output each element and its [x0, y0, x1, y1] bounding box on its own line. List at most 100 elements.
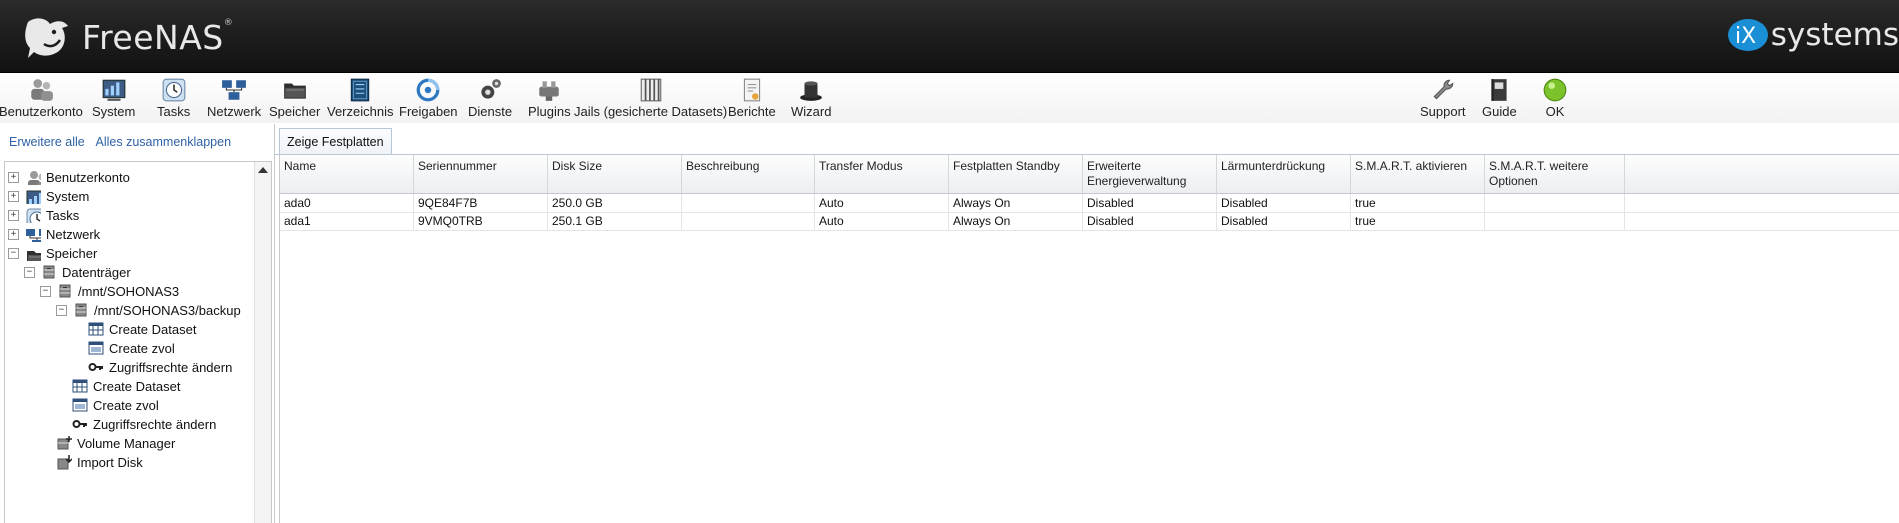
tree-item-create-zvol[interactable]: Create zvol: [72, 338, 175, 358]
toolbar-benutzerkonto-button[interactable]: Benutzerkonto: [0, 77, 83, 121]
expand-all-link[interactable]: Erweitere alle: [9, 135, 85, 149]
system-icon: [26, 190, 41, 204]
expand-icon[interactable]: +: [8, 190, 19, 202]
toolbar-button-label: Dienste: [468, 104, 513, 119]
table-row[interactable]: ada1 9VMQ0TRB 250.1 GB Auto Always On Disable…: [280, 212, 1899, 231]
table-cell: 250.0 GB: [548, 194, 682, 212]
tree-item-create-dataset[interactable]: Create Dataset: [72, 319, 196, 339]
freenas-logo[interactable]: FreeNAS®: [24, 12, 233, 62]
tree-item-zugriffsrechte-ändern[interactable]: Zugriffsrechte ändern: [72, 357, 232, 377]
collapse-icon[interactable]: −: [8, 247, 19, 259]
tree-item-benutzerkonto[interactable]: + Benutzerkonto: [8, 167, 130, 187]
tree-controls: Erweitere alle Alles zusammenklappen: [9, 135, 239, 149]
tree-item-speicher[interactable]: − Speicher: [8, 243, 97, 263]
column-header[interactable]: S.M.A.R.T. aktivieren: [1351, 155, 1485, 193]
tree-item-label: Zugriffsrechte ändern: [109, 359, 233, 375]
tab-zeige-festplatten[interactable]: Zeige Festplatten: [279, 128, 392, 155]
tree-item-label: Netzwerk: [46, 226, 101, 242]
wrench-icon: [1433, 79, 1454, 100]
system-icon: [102, 79, 126, 101]
dataset-icon: [88, 322, 104, 336]
tree-item-label: Zugriffsrechte ändern: [93, 416, 217, 432]
svg-text:iX: iX: [1735, 24, 1756, 49]
plugins-icon: [539, 81, 560, 101]
tree-item-mnt-sohonas3[interactable]: − /mnt/SOHONAS3: [40, 281, 179, 301]
toolbar-tasks-button[interactable]: Tasks: [157, 77, 190, 121]
toolbar-ok-button[interactable]: OK: [1542, 77, 1568, 121]
tree-item-zugriffsrechte-ändern[interactable]: Zugriffsrechte ändern: [56, 414, 216, 434]
jails-icon: [640, 78, 661, 102]
toolbar-wizard-button[interactable]: Wizard: [791, 77, 831, 121]
clock-icon: [26, 208, 41, 223]
table-cell: Always On: [949, 212, 1083, 230]
table-cell: Disabled: [1217, 212, 1351, 230]
scroll-up-arrow-icon[interactable]: [258, 167, 268, 173]
tree-item-label: Datenträger: [62, 264, 131, 280]
collapse-icon[interactable]: −: [40, 285, 51, 297]
table-row[interactable]: ada0 9QE84F7B 250.0 GB Auto Always On Disable…: [280, 194, 1899, 213]
collapse-all-link[interactable]: Alles zusammenklappen: [96, 135, 232, 149]
table-cell: Disabled: [1083, 194, 1217, 212]
toolbar-netzwerk-button[interactable]: Netzwerk: [207, 77, 261, 121]
status-ok-icon: [1543, 78, 1567, 102]
tree-item-system[interactable]: + System: [8, 186, 89, 206]
tree-item-label: /mnt/SOHONAS3/backup: [94, 302, 241, 318]
tree-item-label: Create Dataset: [93, 378, 181, 394]
toolbar-berichte-button[interactable]: Berichte: [728, 77, 776, 121]
ixsystems-logo[interactable]: iX systems: [1727, 12, 1899, 58]
tree-item-label: Import Disk: [77, 454, 143, 470]
column-header[interactable]: Lärmunterdrückung: [1217, 155, 1351, 193]
tree-item-import-disk[interactable]: Import Disk: [40, 452, 143, 472]
column-header[interactable]: Disk Size: [548, 155, 682, 193]
header-bar: FreeNAS® iX systems: [0, 0, 1899, 73]
toolbar-button-label: System: [92, 104, 136, 119]
toolbar-button-label: Netzwerk: [207, 104, 262, 119]
column-header[interactable]: Name: [280, 155, 414, 193]
collapse-icon[interactable]: −: [24, 266, 35, 278]
toolbar-dienste-button[interactable]: Dienste: [468, 77, 512, 121]
wizard-hat-icon: [800, 81, 823, 101]
toolbar-jails-gesicherte-datasets-button[interactable]: Jails (gesicherte Datasets): [574, 77, 727, 121]
volume-manager-icon: [57, 436, 72, 450]
tree-item-label: Create zvol: [93, 397, 159, 413]
toolbar-button-label: Plugins: [528, 104, 571, 119]
toolbar-guide-button[interactable]: Guide: [1482, 77, 1517, 121]
tree-item-create-zvol[interactable]: Create zvol: [56, 395, 159, 415]
column-header[interactable]: Beschreibung: [682, 155, 815, 193]
dataset-icon: [72, 379, 88, 393]
column-header[interactable]: Erweiterte Energieverwaltung: [1083, 155, 1217, 193]
tree-item-tasks[interactable]: + Tasks: [8, 205, 79, 225]
tree-item-datenträger[interactable]: − Datenträger: [24, 262, 131, 282]
table-cell: Disabled: [1083, 212, 1217, 230]
grid-header: Name Seriennummer Disk Size Beschreibung Tra…: [280, 155, 1899, 194]
toolbar-system-button[interactable]: System: [92, 77, 135, 121]
toolbar-verzeichnis-button[interactable]: Verzeichnis: [327, 77, 393, 121]
column-header[interactable]: S.M.A.R.T. weitere Optionen: [1485, 155, 1625, 193]
column-header[interactable]: Festplatten Standby: [949, 155, 1083, 193]
collapse-icon[interactable]: −: [56, 304, 67, 316]
key-icon: [72, 420, 87, 428]
expand-icon[interactable]: +: [8, 228, 19, 240]
volume-icon: [75, 303, 87, 317]
tree-item-create-dataset[interactable]: Create Dataset: [56, 376, 180, 396]
table-cell: [682, 212, 815, 230]
toolbar-support-button[interactable]: Support: [1420, 77, 1466, 121]
toolbar-speicher-button[interactable]: Speicher: [269, 77, 320, 121]
column-header[interactable]: Seriennummer: [414, 155, 548, 193]
table-cell: true: [1351, 194, 1485, 212]
toolbar-plugins-button[interactable]: Plugins: [528, 77, 571, 121]
column-header[interactable]: Transfer Modus: [815, 155, 949, 193]
tree-item-label: System: [46, 188, 90, 204]
toolbar-freigaben-button[interactable]: Freigaben: [399, 77, 458, 121]
table-cell: Always On: [949, 194, 1083, 212]
tree-scrollbar[interactable]: [254, 162, 271, 523]
tree-item-volume-manager[interactable]: Volume Manager: [40, 433, 175, 453]
table-cell: Disabled: [1217, 194, 1351, 212]
tree-item-mnt-sohonas3-backup[interactable]: − /mnt/SOHONAS3/backup: [56, 300, 241, 320]
guide-book-icon: [1491, 79, 1507, 101]
expand-icon[interactable]: +: [8, 209, 19, 221]
expand-icon[interactable]: +: [8, 171, 19, 183]
toolbar-button-label: Support: [1420, 104, 1466, 119]
tree-item-netzwerk[interactable]: + Netzwerk: [8, 224, 100, 244]
report-icon: [743, 78, 760, 102]
